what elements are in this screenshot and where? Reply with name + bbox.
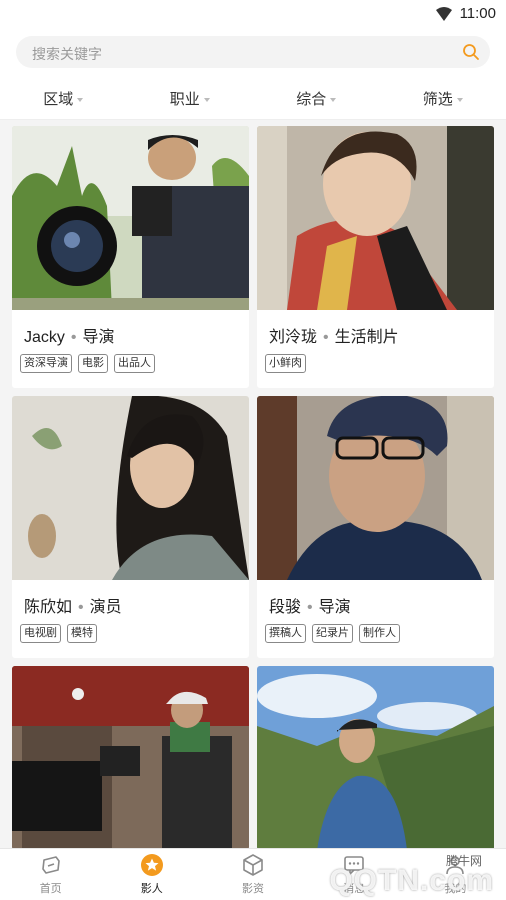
tag[interactable]: 模特 (67, 624, 97, 643)
caret-down-icon (456, 97, 463, 102)
person-title: 段骏 • 导演 (269, 599, 351, 616)
tag[interactable]: 电视剧 (20, 624, 61, 643)
tag[interactable]: 撰稿人 (265, 624, 306, 643)
person-photo (12, 396, 249, 580)
person-card[interactable] (12, 666, 249, 850)
search-input[interactable]: 搜索关键字 (16, 36, 490, 68)
person-photo (257, 126, 494, 310)
tab-label: 首页 (39, 883, 62, 895)
person-photo (12, 666, 249, 850)
status-time: 11:00 (459, 5, 496, 22)
person-name: 段骏 (269, 599, 302, 616)
star-badge-icon (140, 854, 163, 876)
person-card[interactable]: 刘泠珑 • 生活制片 小鲜肉 (257, 126, 494, 388)
search-icon[interactable] (462, 43, 480, 61)
person-card[interactable] (257, 666, 494, 850)
home-icon (41, 856, 60, 874)
search-bar: 搜索关键字 (0, 28, 506, 78)
tag[interactable]: 纪录片 (312, 624, 353, 643)
tab-resources[interactable]: 影资 (202, 849, 303, 900)
tag[interactable]: 小鲜肉 (265, 354, 306, 373)
status-bar: 11:00 (0, 0, 506, 28)
tag-list: 小鲜肉 (265, 354, 306, 373)
filter-label: 区域 (43, 91, 74, 108)
tag[interactable]: 资深导演 (20, 354, 72, 373)
filter-label: 综合 (296, 91, 327, 108)
person-role: 演员 (89, 599, 122, 616)
filter-label: 职业 (169, 91, 200, 108)
person-photo (257, 396, 494, 580)
tag[interactable]: 出品人 (114, 354, 155, 373)
person-card[interactable]: 陈欣如 • 演员 电视剧 模特 (12, 396, 249, 658)
person-role: 生活制片 (334, 329, 399, 346)
tab-home[interactable]: 首页 (0, 849, 101, 900)
tag-list: 电视剧 模特 (20, 624, 97, 643)
person-title: Jacky • 导演 (24, 329, 115, 346)
person-photo (257, 666, 494, 850)
filter-region[interactable]: 区域 (0, 78, 127, 119)
tab-label: 影资 (242, 883, 264, 895)
person-name: 陈欣如 (24, 599, 73, 616)
person-name: 刘泠珑 (269, 329, 318, 346)
caret-down-icon (203, 97, 210, 102)
filter-screen[interactable]: 筛选 (380, 78, 506, 119)
tab-people[interactable]: 影人 (101, 849, 202, 900)
tag-list: 资深导演 电影 出品人 (20, 354, 155, 373)
person-title: 陈欣如 • 演员 (24, 599, 122, 616)
tag[interactable]: 电影 (78, 354, 108, 373)
tag-list: 撰稿人 纪录片 制作人 (265, 624, 400, 643)
watermark-text: QQTN.com (329, 864, 494, 897)
filter-bar: 区域 职业 综合 筛选 (0, 78, 506, 120)
watermark-logo: 腾牛网 QQTN.com (290, 852, 500, 898)
search-placeholder: 搜索关键字 (32, 46, 102, 62)
person-title: 刘泠珑 • 生活制片 (269, 329, 399, 346)
filter-sort[interactable]: 综合 (253, 78, 380, 119)
tab-label: 影人 (140, 883, 163, 895)
person-name: Jacky (24, 329, 65, 346)
person-card[interactable]: Jacky • 导演 资深导演 电影 出品人 (12, 126, 249, 388)
caret-down-icon (330, 97, 337, 102)
person-photo (12, 126, 249, 310)
cube-icon (243, 854, 263, 876)
wifi-icon (435, 6, 452, 21)
filter-occupation[interactable]: 职业 (127, 78, 254, 119)
caret-down-icon (77, 97, 84, 102)
tag[interactable]: 制作人 (359, 624, 400, 643)
person-role: 导演 (82, 329, 115, 346)
person-role: 导演 (318, 599, 351, 616)
filter-label: 筛选 (422, 91, 453, 108)
person-card[interactable]: 段骏 • 导演 撰稿人 纪录片 制作人 (257, 396, 494, 658)
